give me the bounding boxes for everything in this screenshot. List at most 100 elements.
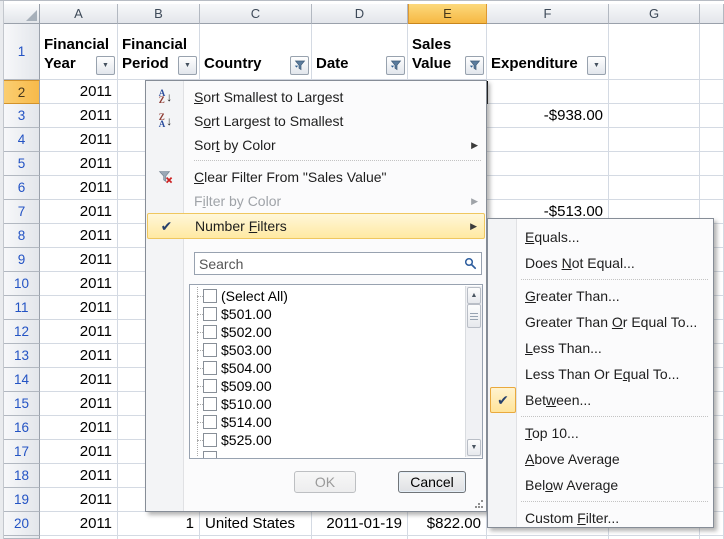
checkbox[interactable] bbox=[203, 433, 217, 447]
autofilter-menu[interactable]: AZ↓Sort Smallest to LargestZA↓Sort Large… bbox=[145, 80, 487, 512]
cancel-button[interactable]: Cancel bbox=[398, 471, 466, 493]
checkbox[interactable] bbox=[203, 415, 217, 429]
filter-value-item-select-all[interactable]: (Select All) bbox=[190, 287, 464, 305]
cell-F4[interactable] bbox=[487, 128, 609, 152]
search-input[interactable] bbox=[195, 256, 464, 272]
cell-A3[interactable]: 2011 bbox=[40, 104, 118, 128]
cell-X6[interactable] bbox=[700, 176, 724, 200]
header-cell-empty[interactable] bbox=[609, 24, 700, 80]
checkbox[interactable] bbox=[203, 451, 217, 459]
cell-G5[interactable] bbox=[609, 152, 700, 176]
search-icon[interactable] bbox=[464, 257, 481, 270]
row-header-3[interactable]: 3 bbox=[4, 104, 40, 128]
menu-item-sort-smallest-to-largest[interactable]: AZ↓Sort Smallest to Largest bbox=[147, 85, 485, 109]
cell-C20[interactable]: United States bbox=[200, 512, 312, 536]
row-header-18[interactable]: 18 bbox=[4, 464, 40, 488]
column-header-A[interactable]: A bbox=[40, 4, 118, 24]
header-cell-financial-period[interactable]: FinancialPeriod▼ bbox=[118, 24, 200, 80]
submenu-item-below-average[interactable]: Below Average bbox=[489, 472, 712, 498]
column-header-C[interactable]: C bbox=[200, 4, 312, 24]
header-cell-expenditure[interactable]: Expenditure▼ bbox=[487, 24, 609, 80]
row-header-1[interactable]: 1 bbox=[4, 24, 40, 80]
row-header-4[interactable]: 4 bbox=[4, 128, 40, 152]
header-cell-country[interactable]: Country bbox=[200, 24, 312, 80]
header-cell-empty[interactable] bbox=[700, 24, 724, 80]
submenu-item-greater-than-or-equal-to[interactable]: Greater Than Or Equal To... bbox=[489, 309, 712, 335]
filter-button-expenditure[interactable]: ▼ bbox=[587, 56, 606, 75]
header-cell-date[interactable]: Date bbox=[312, 24, 408, 80]
filter-value-item-501-00[interactable]: $501.00 bbox=[190, 305, 464, 323]
cell-X3[interactable] bbox=[700, 104, 724, 128]
filter-value-item-504-00[interactable]: $504.00 bbox=[190, 359, 464, 377]
row-header-7[interactable]: 7 bbox=[4, 200, 40, 224]
row-header-10[interactable]: 10 bbox=[4, 272, 40, 296]
checkbox[interactable] bbox=[203, 343, 217, 357]
row-header-15[interactable]: 15 bbox=[4, 392, 40, 416]
submenu-item-equals[interactable]: Equals... bbox=[489, 224, 712, 250]
submenu-item-greater-than[interactable]: Greater Than... bbox=[489, 283, 712, 309]
cell-F3[interactable]: -$938.00 bbox=[487, 104, 609, 128]
cell-A12[interactable]: 2011 bbox=[40, 320, 118, 344]
cell-F5[interactable] bbox=[487, 152, 609, 176]
column-header-F[interactable]: F bbox=[487, 4, 609, 24]
row-header-8[interactable]: 8 bbox=[4, 224, 40, 248]
row-header-13[interactable]: 13 bbox=[4, 344, 40, 368]
submenu-item-less-than-or-equal-to[interactable]: Less Than Or Equal To... bbox=[489, 361, 712, 387]
filter-button-country[interactable] bbox=[290, 56, 309, 75]
menu-item-sort-largest-to-smallest[interactable]: ZA↓Sort Largest to Smallest bbox=[147, 109, 485, 133]
submenu-item-top-10[interactable]: Top 10... bbox=[489, 420, 712, 446]
checkbox[interactable] bbox=[203, 361, 217, 375]
filter-value-item-partial[interactable] bbox=[190, 449, 464, 459]
row-header-2[interactable]: 2 bbox=[4, 80, 40, 104]
row-header-19[interactable]: 19 bbox=[4, 488, 40, 512]
column-header-G[interactable]: G bbox=[609, 4, 700, 24]
cell-A7[interactable]: 2011 bbox=[40, 200, 118, 224]
cell-A5[interactable]: 2011 bbox=[40, 152, 118, 176]
row-header-14[interactable]: 14 bbox=[4, 368, 40, 392]
cell-A20[interactable]: 2011 bbox=[40, 512, 118, 536]
filter-button-sales-value[interactable] bbox=[465, 56, 484, 75]
scrollbar-up-button[interactable]: ▲ bbox=[467, 287, 481, 304]
scrollbar-down-button[interactable]: ▼ bbox=[467, 439, 481, 456]
cell-A17[interactable]: 2011 bbox=[40, 440, 118, 464]
column-header-partial[interactable] bbox=[700, 4, 724, 24]
cell-G2[interactable] bbox=[609, 80, 700, 104]
cell-A11[interactable]: 2011 bbox=[40, 296, 118, 320]
row-header-6[interactable]: 6 bbox=[4, 176, 40, 200]
filter-value-item-503-00[interactable]: $503.00 bbox=[190, 341, 464, 359]
cell-E20[interactable]: $822.00 bbox=[408, 512, 487, 536]
checkbox[interactable] bbox=[203, 307, 217, 321]
cell-A9[interactable]: 2011 bbox=[40, 248, 118, 272]
row-header-9[interactable]: 9 bbox=[4, 248, 40, 272]
submenu-item-above-average[interactable]: Above Average bbox=[489, 446, 712, 472]
column-header-B[interactable]: B bbox=[118, 4, 200, 24]
cell-G3[interactable] bbox=[609, 104, 700, 128]
filter-value-item-525-00[interactable]: $525.00 bbox=[190, 431, 464, 449]
cell-A13[interactable]: 2011 bbox=[40, 344, 118, 368]
resize-grip[interactable] bbox=[474, 499, 483, 508]
cell-A19[interactable]: 2011 bbox=[40, 488, 118, 512]
number-filters-submenu[interactable]: Equals...Does Not Equal...Greater Than..… bbox=[487, 218, 714, 528]
row-header-17[interactable]: 17 bbox=[4, 440, 40, 464]
filter-value-item-514-00[interactable]: $514.00 bbox=[190, 413, 464, 431]
header-cell-financial-year[interactable]: FinancialYear▼ bbox=[40, 24, 118, 80]
column-header-D[interactable]: D bbox=[312, 4, 408, 24]
filter-button-financial-year[interactable]: ▼ bbox=[96, 56, 115, 75]
checkbox[interactable] bbox=[203, 397, 217, 411]
cell-X2[interactable] bbox=[700, 80, 724, 104]
cell-X4[interactable] bbox=[700, 128, 724, 152]
row-header-11[interactable]: 11 bbox=[4, 296, 40, 320]
menu-item-number-filters[interactable]: ✔Number Filters▶ bbox=[147, 213, 485, 239]
submenu-item-between[interactable]: ✔Between... bbox=[489, 387, 712, 413]
cell-A15[interactable]: 2011 bbox=[40, 392, 118, 416]
filter-button-date[interactable] bbox=[386, 56, 405, 75]
cell-D20[interactable]: 2011-01-19 bbox=[312, 512, 408, 536]
cell-B20[interactable]: 1 bbox=[118, 512, 200, 536]
submenu-item-less-than[interactable]: Less Than... bbox=[489, 335, 712, 361]
row-header-12[interactable]: 12 bbox=[4, 320, 40, 344]
cell-X5[interactable] bbox=[700, 152, 724, 176]
column-header-E[interactable]: E bbox=[408, 4, 487, 24]
filter-value-item-509-00[interactable]: $509.00 bbox=[190, 377, 464, 395]
list-scrollbar[interactable]: ▲▼ bbox=[465, 286, 482, 457]
cell-A4[interactable]: 2011 bbox=[40, 128, 118, 152]
